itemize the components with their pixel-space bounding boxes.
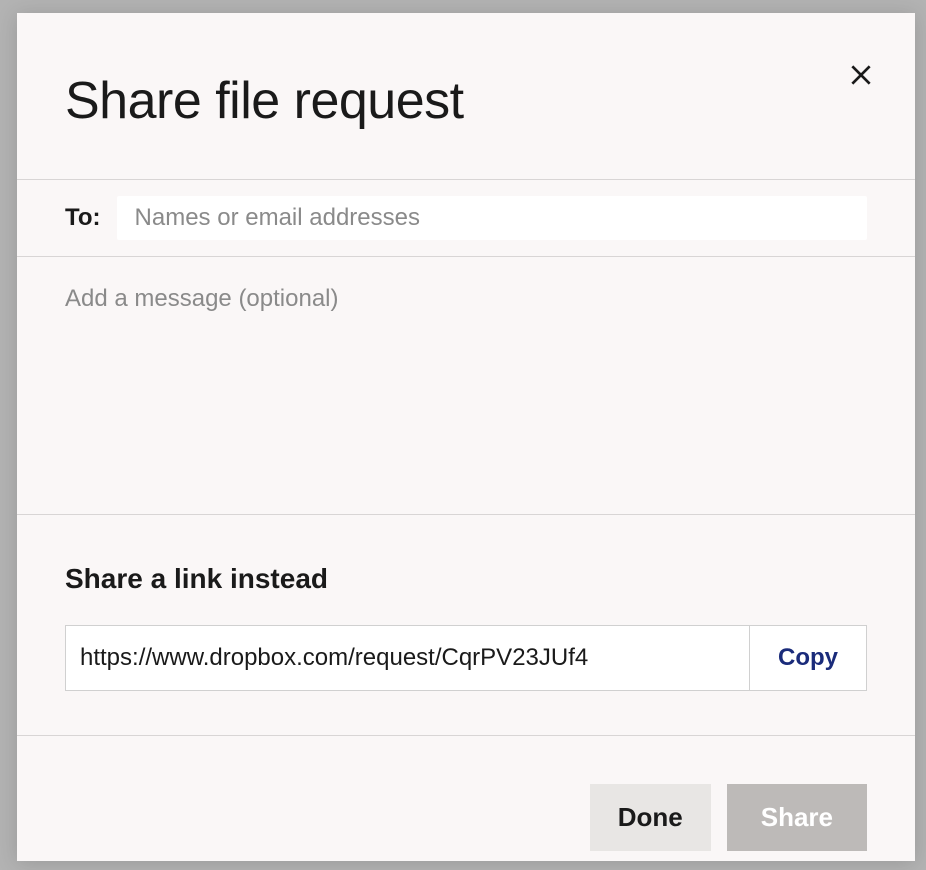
- to-input-container: [117, 196, 867, 240]
- share-link-input[interactable]: [66, 626, 749, 690]
- message-textarea[interactable]: [65, 285, 867, 481]
- message-area: [17, 257, 915, 515]
- share-button[interactable]: Share: [727, 784, 867, 851]
- to-label: To:: [65, 204, 101, 232]
- to-field-row: To:: [17, 180, 915, 257]
- copy-link-button[interactable]: Copy: [749, 626, 866, 690]
- close-icon: [848, 62, 874, 88]
- modal-footer: Done Share: [17, 736, 915, 851]
- share-link-row: Copy: [65, 625, 867, 691]
- modal-header: Share file request: [17, 13, 915, 180]
- done-button[interactable]: Done: [590, 784, 711, 851]
- share-link-heading: Share a link instead: [65, 563, 867, 595]
- share-link-section: Share a link instead Copy: [17, 515, 915, 736]
- close-button[interactable]: [843, 57, 879, 93]
- modal-title: Share file request: [65, 71, 867, 131]
- share-file-request-modal: Share file request To: Share a link inst…: [17, 13, 915, 861]
- recipients-input[interactable]: [135, 204, 849, 232]
